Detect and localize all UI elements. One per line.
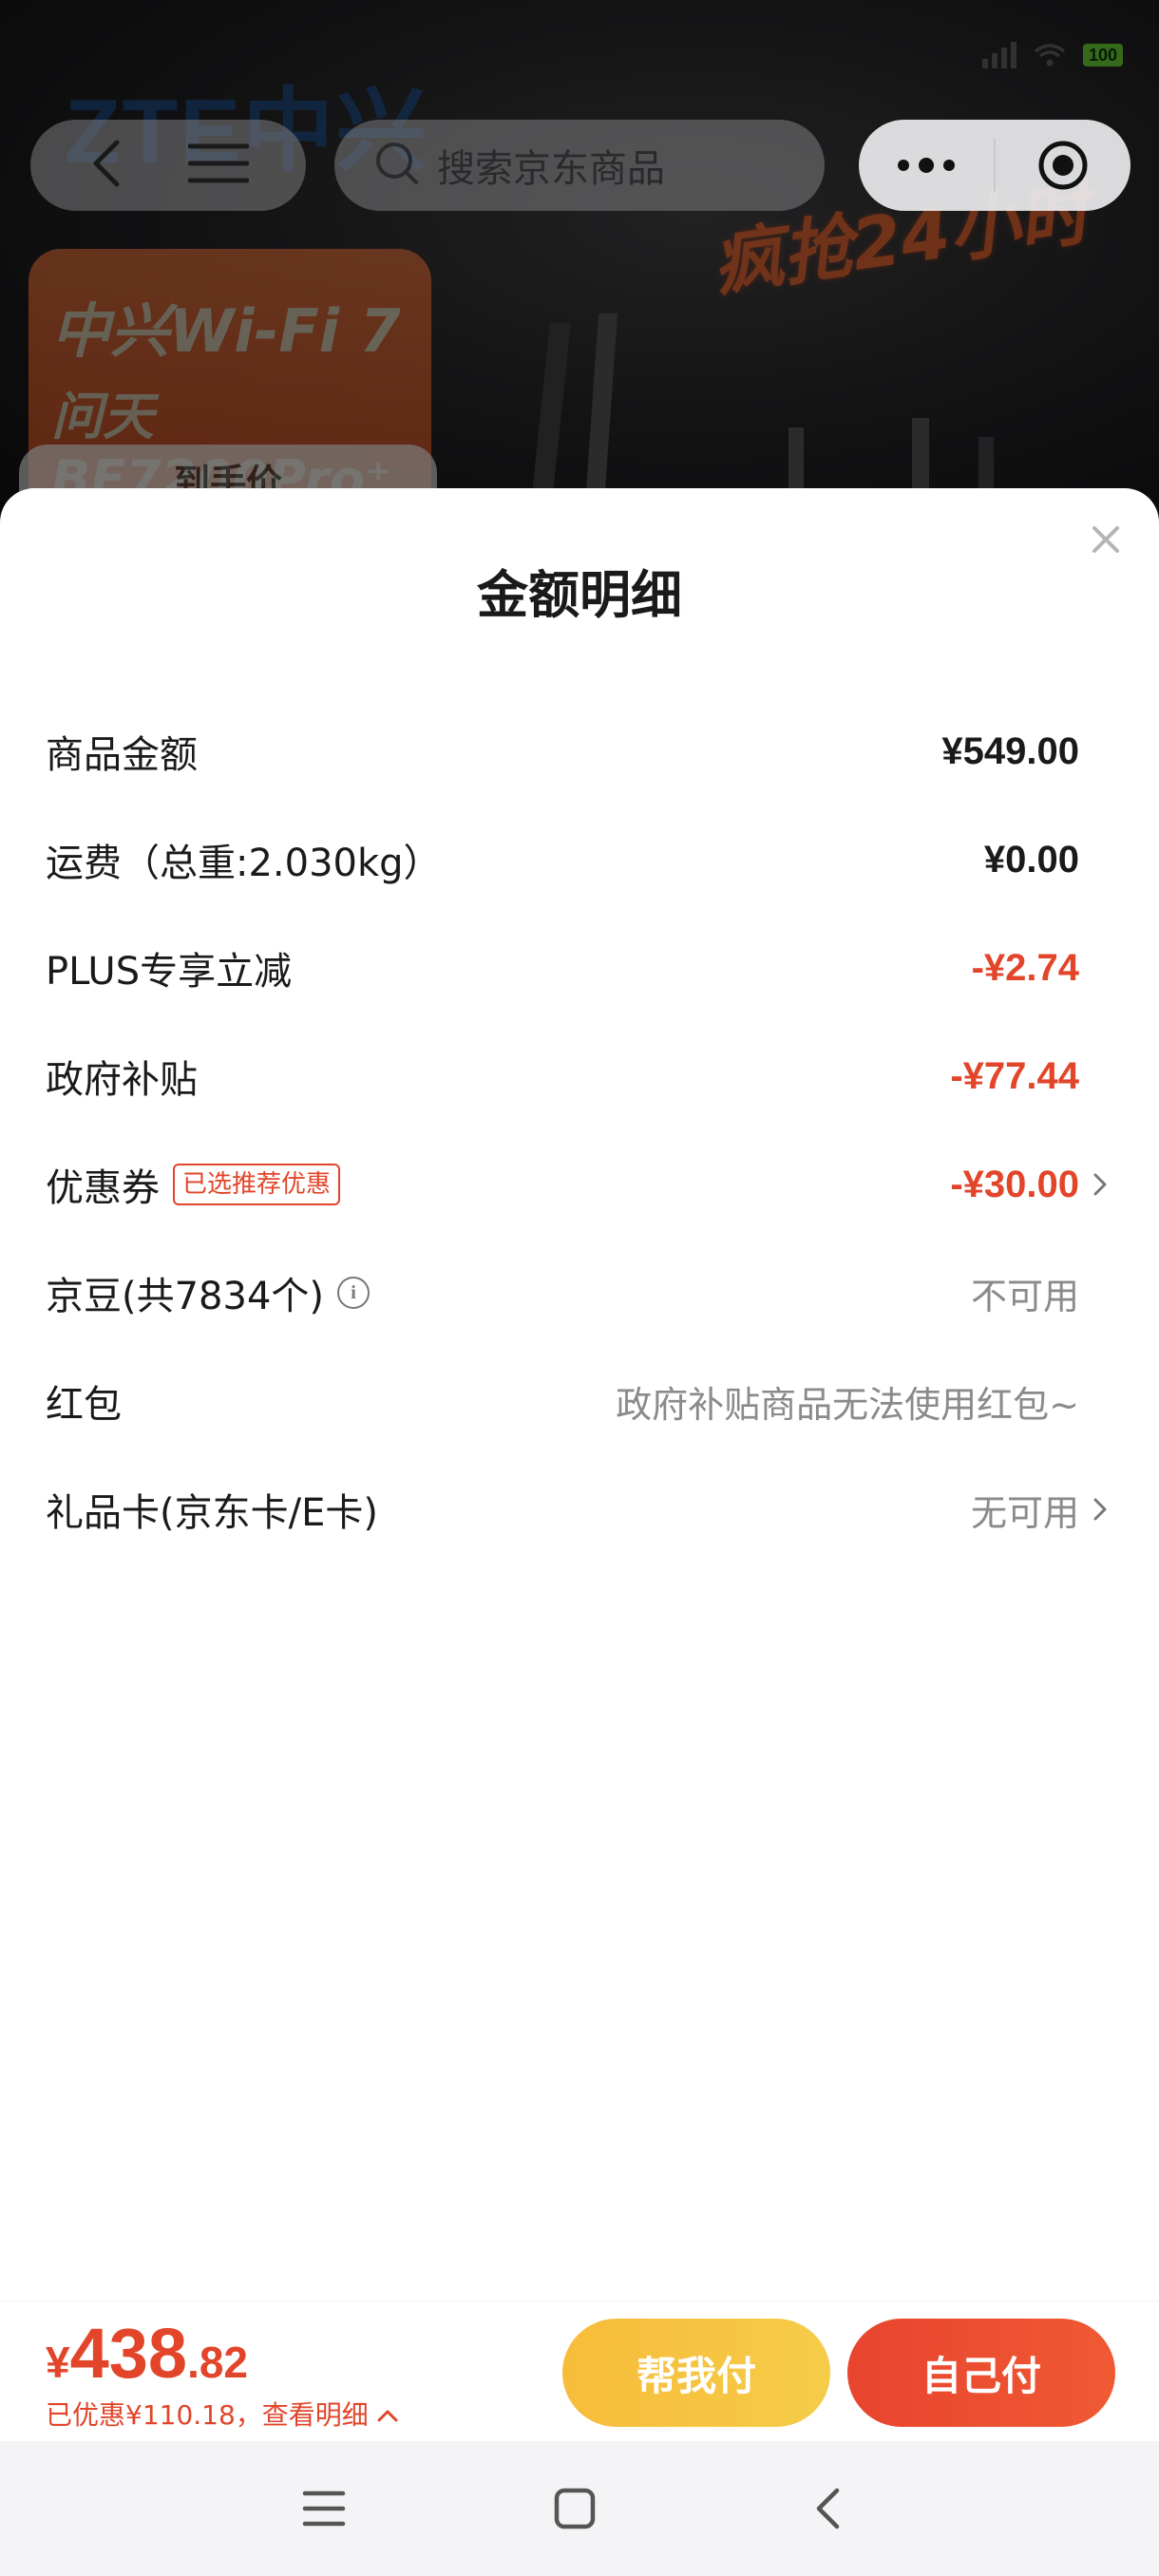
- row-label: 礼品卡(京东卡/E卡): [46, 1491, 378, 1535]
- row-value: ¥549.00: [941, 729, 1079, 772]
- nav-left-pill: [30, 120, 306, 211]
- search-placeholder: 搜索京东商品: [437, 147, 665, 191]
- total-integer: 438: [69, 2314, 188, 2393]
- more-dots-icon[interactable]: [859, 120, 994, 211]
- row-red-packet: 红包 政府补贴商品无法使用红包~: [0, 1347, 1159, 1455]
- checkout-bar: ¥ 438 .82 已优惠¥110.18，查看明细 帮我付 自己付: [0, 2301, 1159, 2441]
- row-label: 京豆(共7834个) i: [46, 1265, 370, 1320]
- chevron-up-icon: [376, 2398, 399, 2430]
- row-government-subsidy: 政府补贴 -¥77.44: [0, 1022, 1159, 1130]
- recent-apps-icon[interactable]: [291, 2475, 357, 2542]
- row-label: 商品金额: [46, 733, 198, 777]
- dim-overlay[interactable]: [0, 0, 1159, 532]
- back-icon[interactable]: [88, 139, 126, 192]
- row-label: 政府补贴: [46, 1058, 198, 1102]
- row-shipping: 运费（总重:2.030kg） ¥0.00: [0, 805, 1159, 914]
- view-detail-link[interactable]: 已优惠¥110.18，查看明细: [46, 2395, 399, 2433]
- total-price: ¥ 438 .82: [46, 2313, 248, 2394]
- row-label: 优惠券 已选推荐优惠: [46, 1157, 341, 1212]
- back-nav-icon[interactable]: [794, 2475, 861, 2542]
- total-decimal: .82: [187, 2338, 249, 2387]
- row-value: 无可用: [970, 1491, 1079, 1534]
- jd-beans-label: 京豆(共7834个): [46, 1275, 325, 1318]
- coupon-label: 优惠券: [46, 1166, 160, 1210]
- row-coupon[interactable]: 优惠券 已选推荐优惠 -¥30.00: [0, 1130, 1159, 1239]
- sheet-title: 金额明细: [477, 565, 682, 625]
- row-jd-beans: 京豆(共7834个) i 不可用: [0, 1239, 1159, 1347]
- system-nav-bar: [0, 2441, 1159, 2576]
- info-icon[interactable]: i: [337, 1277, 370, 1309]
- target-circle-icon[interactable]: [996, 120, 1130, 211]
- pay-myself-button[interactable]: 自己付: [847, 2319, 1115, 2427]
- top-nav: 搜索京东商品: [0, 120, 1159, 211]
- currency-symbol: ¥: [46, 2338, 70, 2387]
- help-me-pay-button[interactable]: 帮我付: [562, 2319, 830, 2427]
- row-value: 政府补贴商品无法使用红包~: [616, 1383, 1079, 1426]
- row-label: 运费（总重:2.030kg）: [46, 842, 442, 885]
- row-label: 红包: [46, 1383, 122, 1427]
- chevron-right-icon: [1089, 1165, 1112, 1203]
- search-input[interactable]: 搜索京东商品: [334, 120, 825, 211]
- amount-list: 商品金额 ¥549.00 运费（总重:2.030kg） ¥0.00 PLUS专享…: [0, 697, 1159, 1563]
- coupon-selected-badge: 已选推荐优惠: [173, 1164, 341, 1205]
- home-icon[interactable]: [542, 2475, 608, 2542]
- mini-program-capsule: [859, 120, 1130, 211]
- row-value: -¥2.74: [971, 946, 1079, 989]
- background-product-page: ZTE中兴 100 疯抢24小时 中兴Wi-Fi 7 问天BE7200Pro⁺ …: [0, 0, 1159, 532]
- row-value: -¥77.44: [950, 1054, 1079, 1097]
- row-value: ¥0.00: [983, 838, 1079, 881]
- row-plus-discount: PLUS专享立减 -¥2.74: [0, 914, 1159, 1022]
- menu-icon[interactable]: [187, 142, 249, 188]
- chevron-right-icon: [1089, 1490, 1112, 1528]
- row-goods-amount: 商品金额 ¥549.00: [0, 697, 1159, 805]
- row-value: -¥30.00: [950, 1163, 1079, 1205]
- row-gift-card[interactable]: 礼品卡(京东卡/E卡) 无可用: [0, 1455, 1159, 1563]
- saved-text: 已优惠¥110.18，查看明细: [46, 2399, 369, 2431]
- row-label: PLUS专享立减: [46, 950, 293, 994]
- row-value: 不可用: [970, 1275, 1079, 1317]
- search-icon: [374, 141, 420, 190]
- amount-detail-sheet: 金额明细 商品金额 ¥549.00 运费（总重:2.030kg） ¥0.00 P…: [0, 488, 1159, 2301]
